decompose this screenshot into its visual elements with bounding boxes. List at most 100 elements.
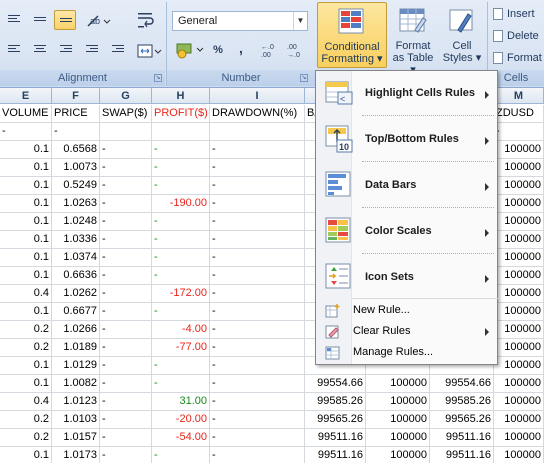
insert-button[interactable]: Insert [490, 4, 544, 24]
cell[interactable]: - [152, 213, 210, 231]
cell[interactable]: 1.0073 [52, 159, 100, 177]
cell[interactable]: 100000 [366, 429, 430, 447]
cell[interactable]: 99554.66 [430, 375, 494, 393]
cell[interactable]: - [210, 285, 305, 303]
cell[interactable]: 0.1 [0, 267, 52, 285]
format-as-table-button[interactable]: Format as Table ▾ [390, 2, 436, 76]
data-bars-item[interactable]: Data Bars [317, 167, 497, 203]
cell[interactable]: 100000 [366, 393, 430, 411]
bottom-align-button[interactable] [54, 10, 76, 30]
cell[interactable]: - [210, 213, 305, 231]
cell[interactable]: 99565.26 [430, 411, 494, 429]
cell[interactable]: 100000 [366, 375, 430, 393]
cell[interactable]: - [152, 231, 210, 249]
cell[interactable]: 99511.16 [305, 447, 366, 463]
cell[interactable]: 100000 [494, 393, 544, 411]
cell[interactable]: - [210, 375, 305, 393]
cell[interactable]: - [210, 249, 305, 267]
comma-style-button[interactable]: , [232, 40, 250, 60]
cell[interactable]: 100000 [494, 177, 544, 195]
cell[interactable]: - [0, 123, 52, 141]
cell[interactable]: 0.2 [0, 339, 52, 357]
cell[interactable]: 99585.26 [430, 393, 494, 411]
cell[interactable]: 100000 [494, 285, 544, 303]
column-title-cell[interactable]: PROFIT($) [152, 105, 210, 123]
cell[interactable]: -77.00 [152, 339, 210, 357]
column-title-cell[interactable]: VOLUME [0, 105, 52, 123]
cell[interactable]: - [100, 447, 152, 463]
top-bottom-rules-item[interactable]: 10 Top/Bottom Rules [317, 121, 497, 157]
cell[interactable]: 100000 [494, 411, 544, 429]
cell[interactable]: 0.1 [0, 303, 52, 321]
cell[interactable]: -20.00 [152, 411, 210, 429]
number-format-dropdown[interactable]: General ▼ [172, 11, 308, 31]
cell[interactable]: 100000 [494, 159, 544, 177]
cell[interactable]: - [100, 231, 152, 249]
cell[interactable]: 1.0157 [52, 429, 100, 447]
cell[interactable]: - [210, 231, 305, 249]
cell[interactable]: 100000 [494, 231, 544, 249]
cell[interactable]: - [210, 141, 305, 159]
align-left-button[interactable] [2, 40, 24, 60]
manage-rules-item[interactable]: Manage Rules... [317, 343, 497, 363]
cell[interactable] [100, 123, 152, 141]
increase-decimal-button[interactable]: ←.0 .00 [258, 40, 282, 60]
cell[interactable]: - [100, 285, 152, 303]
column-title-cell[interactable]: ZDUSD [494, 105, 544, 123]
cell[interactable]: - [152, 267, 210, 285]
icon-sets-item[interactable]: Icon Sets [317, 259, 497, 295]
cell[interactable]: 100000 [494, 249, 544, 267]
column-header-2[interactable]: G [100, 88, 152, 104]
cell[interactable]: 31.00 [152, 393, 210, 411]
cell[interactable]: -190.00 [152, 195, 210, 213]
cell[interactable]: 1.0374 [52, 249, 100, 267]
color-scales-item[interactable]: Color Scales [317, 213, 497, 249]
cell[interactable]: - [100, 177, 152, 195]
highlight-cells-rules-item[interactable]: < Highlight Cells Rules [317, 77, 497, 111]
cell[interactable]: - [100, 375, 152, 393]
cell[interactable]: - [100, 393, 152, 411]
cell[interactable]: - [100, 303, 152, 321]
cell[interactable]: - [152, 177, 210, 195]
cell[interactable]: 0.1 [0, 375, 52, 393]
percent-style-button[interactable]: % [208, 40, 228, 60]
middle-align-button[interactable] [28, 10, 50, 30]
cell[interactable]: - [100, 249, 152, 267]
cell[interactable]: - [100, 141, 152, 159]
accounting-format-button[interactable] [172, 40, 206, 60]
cell[interactable]: 0.1 [0, 357, 52, 375]
cell-styles-button[interactable]: Cell Styles ▾ [440, 2, 484, 68]
cell[interactable]: 100000 [494, 303, 544, 321]
cell[interactable]: 0.2 [0, 411, 52, 429]
cell[interactable]: - [210, 303, 305, 321]
alignment-dialog-launcher-icon[interactable]: ↘ [154, 74, 162, 82]
cell[interactable]: 0.1 [0, 249, 52, 267]
cell[interactable]: 0.2 [0, 429, 52, 447]
cell[interactable]: - [100, 339, 152, 357]
cell[interactable]: - [210, 447, 305, 463]
cell[interactable]: - [100, 357, 152, 375]
cell[interactable]: 99511.16 [305, 429, 366, 447]
number-dialog-launcher-icon[interactable]: ↘ [300, 74, 308, 82]
cell[interactable]: -4.00 [152, 321, 210, 339]
cell[interactable]: 100000 [494, 267, 544, 285]
cell[interactable]: - [210, 411, 305, 429]
cell[interactable]: - [210, 267, 305, 285]
cell[interactable]: - [100, 195, 152, 213]
cell[interactable]: - [100, 429, 152, 447]
cell[interactable]: 99585.26 [305, 393, 366, 411]
cell[interactable]: 99511.16 [430, 429, 494, 447]
cell[interactable]: 1.0173 [52, 447, 100, 463]
cell[interactable]: - [52, 123, 100, 141]
cell[interactable]: 100000 [494, 375, 544, 393]
column-title-cell[interactable]: PRICE [52, 105, 100, 123]
cell[interactable]: 1.0266 [52, 321, 100, 339]
format-button[interactable]: Format [490, 48, 544, 68]
cell[interactable]: 0.4 [0, 393, 52, 411]
new-rule-item[interactable]: New Rule... [317, 301, 497, 321]
column-header-0[interactable]: E [0, 88, 52, 104]
cell[interactable]: 1.0336 [52, 231, 100, 249]
top-align-button[interactable] [2, 10, 24, 30]
cell[interactable]: 1.0189 [52, 339, 100, 357]
cell[interactable]: 100000 [494, 357, 544, 375]
